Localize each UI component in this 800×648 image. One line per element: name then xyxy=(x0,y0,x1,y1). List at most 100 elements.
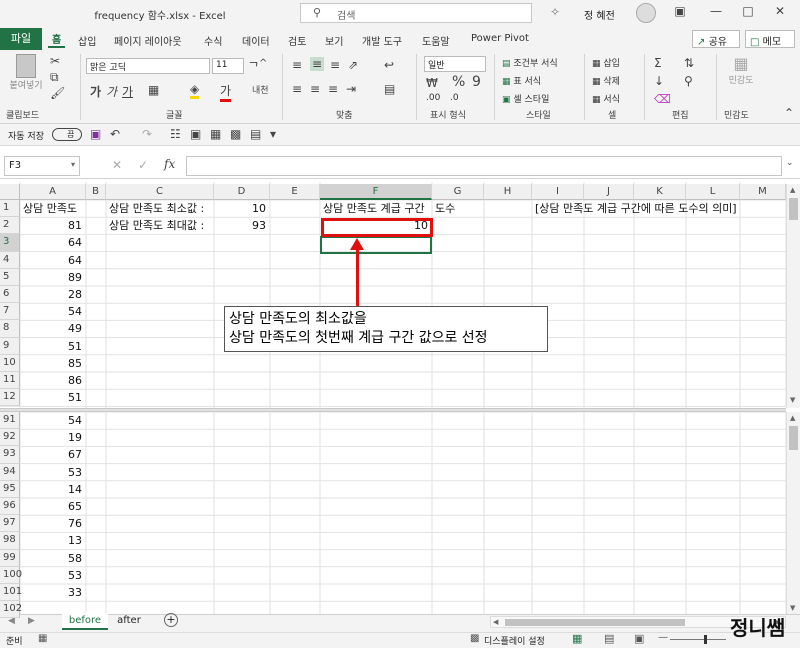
tab-developer[interactable]: 개발 도구 xyxy=(358,33,406,50)
tab-file[interactable]: 파일 xyxy=(0,28,42,50)
cell-a95[interactable]: 14 xyxy=(20,481,86,498)
comma-icon[interactable]: 9 xyxy=(472,74,481,90)
column-header-g[interactable]: G xyxy=(432,184,484,200)
column-header-j[interactable]: J xyxy=(584,184,634,200)
undo-icon[interactable]: ↶ xyxy=(110,127,120,141)
cell-a10[interactable]: 85 xyxy=(20,355,86,372)
cell-style-button[interactable]: ▣ 셀 스타일 xyxy=(502,92,549,105)
scroll-up-icon[interactable]: ▲ xyxy=(790,414,795,422)
align-right-icon[interactable]: ≡ xyxy=(328,82,338,96)
find-icon[interactable]: ⚲ xyxy=(684,74,693,88)
row-header[interactable]: 94 xyxy=(0,463,20,481)
fill-icon[interactable]: ↓ xyxy=(654,74,664,88)
italic-icon[interactable]: 가 xyxy=(106,83,117,100)
insert-function-icon[interactable]: fx xyxy=(164,157,175,171)
split-bar[interactable] xyxy=(0,408,786,412)
column-header-l[interactable]: L xyxy=(686,184,740,200)
cell-f2[interactable]: 10 xyxy=(320,217,432,234)
format-cells-button[interactable]: ▦ 서식 xyxy=(592,92,620,105)
cell-a2[interactable]: 81 xyxy=(20,217,86,234)
memo-button[interactable]: □ 메모 xyxy=(745,30,795,48)
row-header[interactable]: 1 xyxy=(0,200,20,218)
align-left-icon[interactable]: ≡ xyxy=(292,82,302,96)
tab-insert[interactable]: 삽입 xyxy=(74,33,100,50)
row-header[interactable]: 9 xyxy=(0,337,20,355)
sort-filter-icon[interactable]: ⇅ xyxy=(684,56,694,70)
row-header[interactable]: 95 xyxy=(0,480,20,498)
font-name-select[interactable]: 맑은 고딕 xyxy=(86,58,210,74)
display-settings-label[interactable]: 디스플레이 설정 xyxy=(484,634,545,647)
zoom-slider[interactable] xyxy=(670,639,726,640)
frame-icon[interactable]: ▣ xyxy=(190,127,201,141)
avatar[interactable] xyxy=(636,3,656,23)
cell-g1[interactable]: 도수 xyxy=(435,200,487,217)
decimal-decrease-icon[interactable]: .0 xyxy=(450,93,459,103)
cell-a100[interactable]: 53 xyxy=(20,567,86,584)
cell-a96[interactable]: 65 xyxy=(20,498,86,515)
wrap-text-icon[interactable]: ↩ xyxy=(384,58,394,72)
align-center-icon[interactable]: ≡ xyxy=(310,82,320,96)
merge-icon[interactable]: ▤ xyxy=(384,82,395,96)
tab-home[interactable]: 홈 xyxy=(48,31,66,48)
font-color-icon[interactable]: 가 xyxy=(220,82,232,102)
column-header-h[interactable]: H xyxy=(484,184,532,200)
select-all-corner[interactable] xyxy=(0,184,20,200)
row-header[interactable]: 91 xyxy=(0,412,20,430)
share-button[interactable]: ↗ 공유 xyxy=(692,30,740,48)
tab-power-pivot[interactable]: Power Pivot xyxy=(467,33,533,50)
insert-cells-button[interactable]: ▦ 삽입 xyxy=(592,56,620,69)
column-header-f[interactable]: F xyxy=(320,184,432,200)
cell-a3[interactable]: 64 xyxy=(20,234,86,251)
cell-a12[interactable]: 51 xyxy=(20,389,86,406)
align-bottom-icon[interactable]: ≡ xyxy=(330,58,340,72)
row-header[interactable]: 8 xyxy=(0,320,20,338)
picture-icon[interactable]: ▩ xyxy=(230,127,241,141)
align-middle-icon[interactable]: ≡ xyxy=(310,57,325,71)
cell-a97[interactable]: 76 xyxy=(20,515,86,532)
close-icon[interactable]: ✕ xyxy=(770,4,790,22)
row-header[interactable]: 11 xyxy=(0,372,20,390)
column-header-i[interactable]: I xyxy=(532,184,584,200)
row-header[interactable]: 3 xyxy=(0,234,20,252)
indent-icon[interactable]: ⇥ xyxy=(346,82,356,96)
formula-input[interactable] xyxy=(186,156,782,176)
collapse-ribbon-icon[interactable]: ⌃ xyxy=(784,106,794,120)
row-header[interactable]: 12 xyxy=(0,389,20,407)
scroll-down-icon[interactable]: ▼ xyxy=(790,396,795,404)
column-header-e[interactable]: E xyxy=(270,184,320,200)
org-chart-icon[interactable]: ☷ xyxy=(170,127,181,141)
number-format-select[interactable]: 일반 xyxy=(424,56,486,72)
normal-view-icon[interactable]: ▦ xyxy=(572,632,582,645)
add-sheet-icon[interactable]: + xyxy=(164,613,178,627)
cell-a92[interactable]: 19 xyxy=(20,429,86,446)
fill-color-icon[interactable]: ◈ xyxy=(190,82,200,99)
sheet-tab-after[interactable]: after xyxy=(112,615,146,626)
sensitivity-button[interactable]: ▦ 민감도 xyxy=(724,54,758,86)
cell-d2[interactable]: 93 xyxy=(214,217,270,234)
cell-a99[interactable]: 58 xyxy=(20,550,86,567)
column-header-b[interactable]: B xyxy=(86,184,106,200)
cell-i1[interactable]: [상담 만족도 계급 구간에 따른 도수의 의미] xyxy=(535,200,795,217)
column-header-c[interactable]: C xyxy=(106,184,214,200)
row-header[interactable]: 99 xyxy=(0,549,20,567)
row-header[interactable]: 98 xyxy=(0,532,20,550)
cell-a9[interactable]: 51 xyxy=(20,338,86,355)
vertical-scrollbar-top[interactable]: ▲ ▼ xyxy=(786,184,800,408)
row-header[interactable]: 97 xyxy=(0,515,20,533)
delete-cells-button[interactable]: ▦ 삭제 xyxy=(592,74,620,87)
cell-a101[interactable]: 33 xyxy=(20,584,86,601)
cell-a91[interactable]: 54 xyxy=(20,412,86,429)
row-header[interactable]: 2 xyxy=(0,217,20,235)
cell-a7[interactable]: 54 xyxy=(20,303,86,320)
tab-review[interactable]: 검토 xyxy=(284,33,310,50)
cell-a5[interactable]: 89 xyxy=(20,269,86,286)
align-top-icon[interactable]: ≡ xyxy=(292,58,302,72)
row-header[interactable]: 4 xyxy=(0,251,20,269)
tab-formulas[interactable]: 수식 xyxy=(200,33,226,50)
search-input[interactable]: ⚲ 검색 xyxy=(300,3,532,23)
save-icon[interactable]: ▣ xyxy=(90,127,101,141)
expand-formula-icon[interactable]: ⌄ xyxy=(786,158,794,168)
tab-help[interactable]: 도움말 xyxy=(418,33,454,50)
row-header[interactable]: 7 xyxy=(0,303,20,321)
conditional-format-button[interactable]: ▤ 조건부 서식 xyxy=(502,56,558,69)
